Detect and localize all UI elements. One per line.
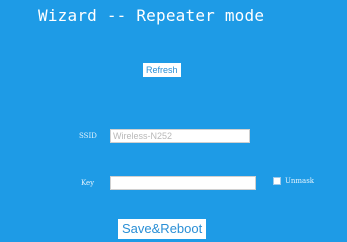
ssid-input[interactable] <box>110 129 250 143</box>
wizard-title: Wizard -- Repeater mode <box>38 6 265 25</box>
save-reboot-button[interactable]: Save&Reboot <box>118 219 207 239</box>
key-label: Key <box>81 179 95 187</box>
unmask-checkbox[interactable] <box>273 177 281 185</box>
refresh-button[interactable]: Refresh <box>143 63 181 77</box>
key-input[interactable] <box>110 176 256 190</box>
unmask-label: Unmask <box>285 177 315 185</box>
wizard-panel: Wizard -- Repeater mode Refresh SSID Key… <box>0 0 347 242</box>
unmask-option[interactable]: Unmask <box>273 177 314 185</box>
ssid-label: SSID <box>79 132 97 140</box>
